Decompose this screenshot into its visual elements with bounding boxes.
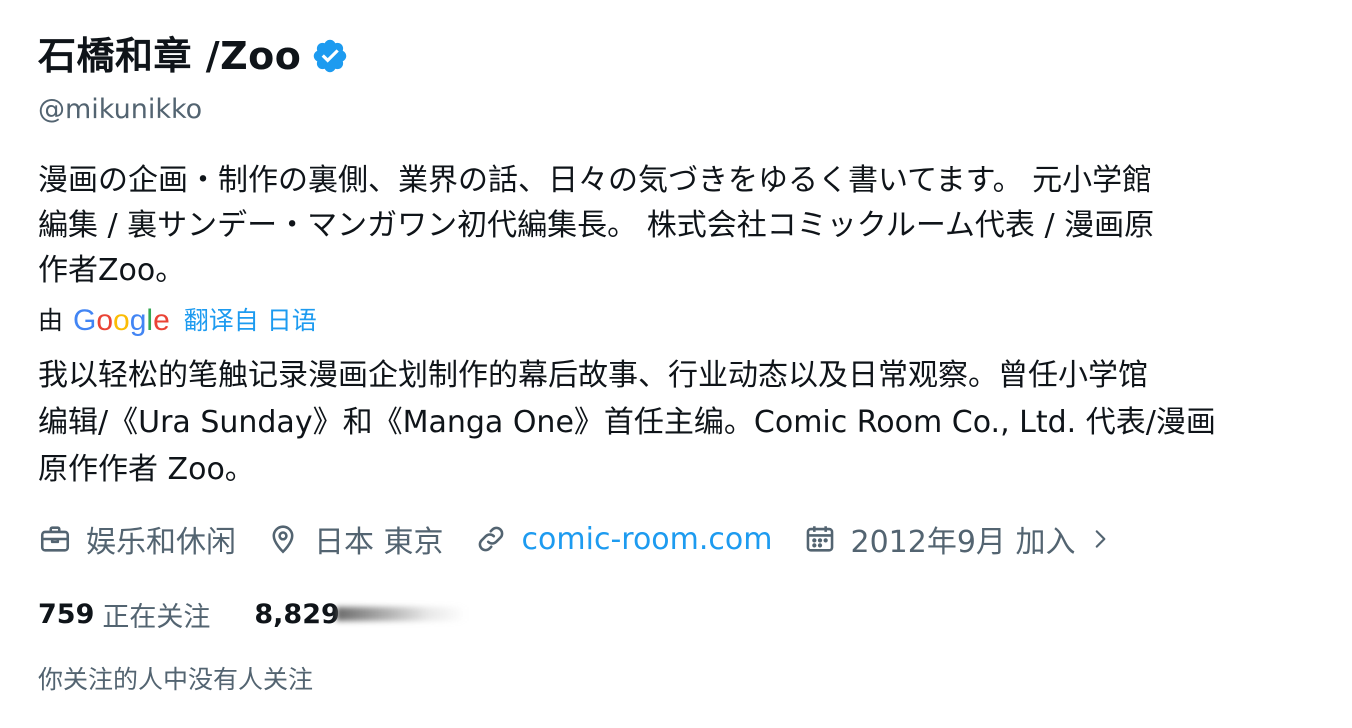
calendar-icon [806, 526, 833, 552]
translated-bio-line: 编辑/《Ura Sunday》和《Manga One》首任主编。Comic Ro… [38, 405, 1216, 440]
website-item[interactable]: comic-room.com [474, 522, 773, 557]
location-text: 日本 東京 [314, 525, 444, 560]
profile-meta: 娱乐和休闲 日本 東京 comic-room.com 2012年9月 加入 [38, 515, 1157, 563]
location-item: 日本 東京 [266, 517, 444, 561]
followers-you-know-text: 你关注的人中没有人关注 [38, 665, 314, 694]
location-pin-icon [272, 525, 294, 554]
chevron-right-icon[interactable] [1087, 524, 1113, 554]
bio-line: 作者Zoo。 [38, 253, 186, 288]
translation-row: 由 Google 翻译自 日语 [38, 302, 317, 340]
joined-text: 2012年9月 加入 [850, 525, 1076, 560]
redacted-blur [335, 607, 466, 621]
category-item: 娱乐和休闲 [38, 517, 236, 561]
translated-bio-line: 我以轻松的笔触记录漫画企划制作的幕后故事、行业动态以及日常观察。曾任小学馆 [38, 358, 1148, 393]
bio: 漫画の企画・制作の裏側、業界の話、日々の気づきをゆるく書いてます。 元小学館 編… [38, 158, 1308, 293]
user-handle: @mikunikko [38, 94, 203, 125]
bio-line: 編集 / 裏サンデー・マンガワン初代編集長。 株式会社コミックルーム代表 / 漫… [38, 208, 1155, 243]
briefcase-icon [40, 526, 70, 552]
link-icon [478, 526, 503, 552]
translated-by-label: 由 [38, 306, 64, 335]
following-link[interactable]: 759 正在关注 [38, 595, 210, 634]
category-text: 娱乐和休闲 [86, 525, 236, 560]
joined-item[interactable]: 2012年9月 加入 [803, 517, 1128, 561]
followers-link[interactable]: 8,829 [254, 598, 466, 630]
display-name: 石橋和章 /Zoo [38, 34, 302, 78]
translated-bio: 我以轻松的笔触记录漫画企划制作的幕后故事、行业动态以及日常观察。曾任小学馆 编辑… [38, 352, 1313, 493]
followers-count: 8,829 [254, 598, 340, 630]
google-logo: Google [73, 304, 170, 337]
verified-badge-icon[interactable] [311, 37, 349, 75]
website-link[interactable]: comic-room.com [522, 522, 773, 557]
follow-counts: 759 正在关注 8,829 [38, 594, 510, 634]
name-row: 石橋和章 /Zoo [38, 30, 349, 82]
following-label: 正在关注 [102, 601, 211, 633]
translated-bio-line: 原作作者 Zoo。 [38, 452, 255, 487]
following-count: 759 [38, 598, 95, 630]
bio-line: 漫画の企画・制作の裏側、業界の話、日々の気づきをゆるく書いてます。 元小学館 [38, 163, 1153, 198]
translate-link[interactable]: 翻译自 日语 [184, 302, 317, 340]
